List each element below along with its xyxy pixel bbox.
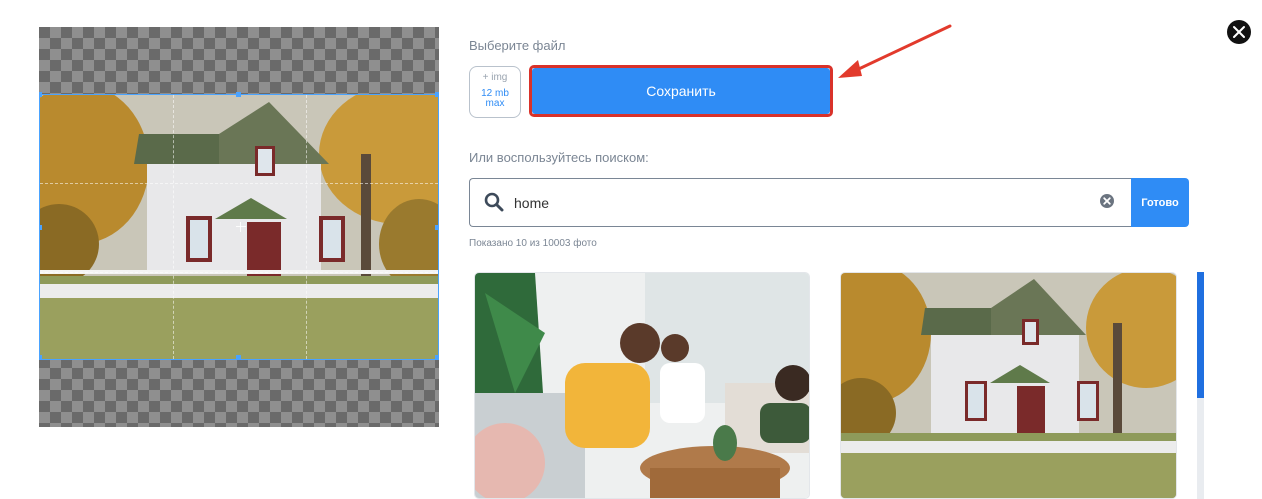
crop-canvas[interactable] (39, 27, 439, 427)
crop-grid-line (306, 95, 307, 359)
result-image-house[interactable] (840, 272, 1177, 499)
search-label: Или воспользуйтесь поиском: (469, 150, 649, 165)
close-icon[interactable] (1227, 20, 1251, 44)
crop-handle-top-left[interactable] (39, 92, 42, 97)
crop-frame[interactable] (39, 92, 439, 360)
upload-file-button[interactable]: + img 12 mb max (469, 66, 521, 118)
search-icon (484, 192, 504, 212)
done-button[interactable]: Готово (1131, 178, 1189, 227)
upload-limit-label: 12 mb max (481, 88, 509, 109)
crop-grid-line (40, 183, 438, 184)
upload-type-label: + img (482, 72, 508, 83)
house-photo (841, 273, 1176, 498)
crop-handle-bottom-left[interactable] (39, 355, 42, 360)
crop-handle-right[interactable] (435, 225, 439, 230)
red-arrow-icon (838, 24, 952, 78)
crop-handle-bottom-right[interactable] (435, 355, 439, 360)
crop-handle-left[interactable] (39, 225, 42, 230)
crop-handle-top-right[interactable] (435, 92, 439, 97)
choose-file-label: Выберите файл (469, 38, 566, 53)
crop-handle-top[interactable] (236, 92, 241, 97)
save-button[interactable]: Сохранить (532, 68, 830, 114)
crop-grid-line (173, 95, 174, 359)
crop-center-crosshair (236, 222, 246, 232)
search-input[interactable] (514, 189, 1084, 217)
crop-handle-bottom[interactable] (236, 355, 241, 360)
family-photo (475, 273, 809, 498)
results-scrollbar-thumb[interactable] (1197, 272, 1204, 398)
result-image-family[interactable] (474, 272, 810, 499)
search-field[interactable] (469, 178, 1132, 227)
clear-icon[interactable] (1099, 193, 1115, 209)
result-count: Показано 10 из 10003 фото (469, 238, 597, 249)
crop-grid-line (40, 272, 438, 273)
